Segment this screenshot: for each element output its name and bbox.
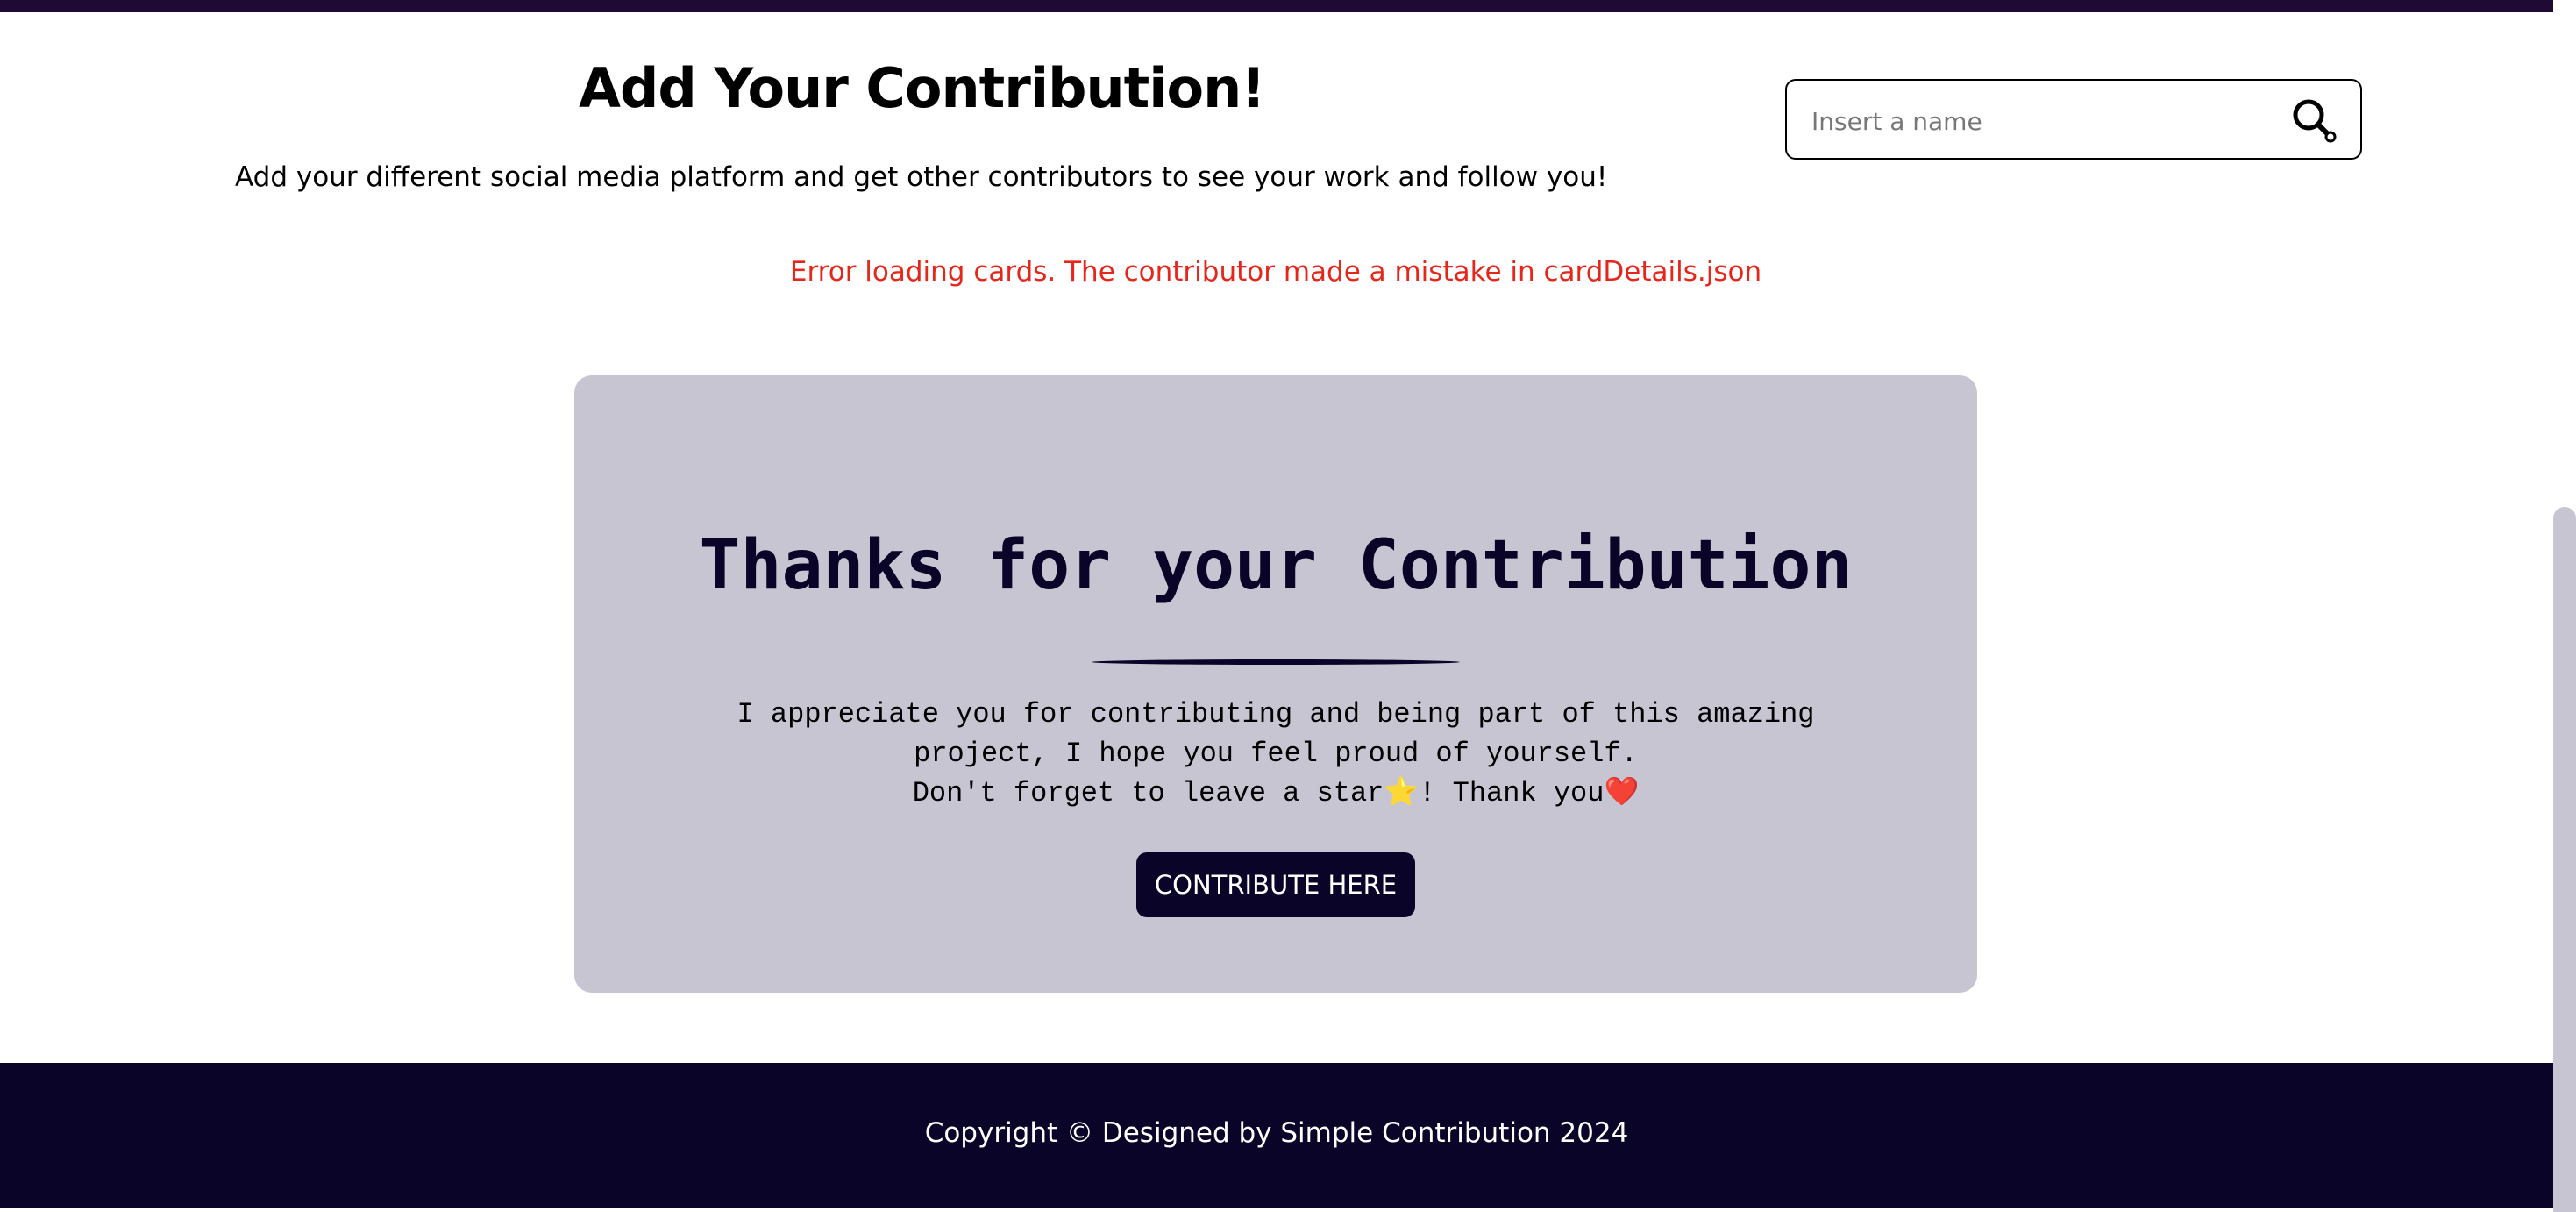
thanks-card-line-2: Don't forget to leave a star⭐! Thank you…	[912, 777, 1640, 809]
thanks-card-line-1: I appreciate you for contributing and be…	[737, 698, 1815, 770]
thanks-card-title: Thanks for your Contribution	[699, 526, 1853, 605]
search-icon	[2293, 99, 2337, 143]
footer-copyright: Copyright © Designed by Simple Contribut…	[924, 1117, 1629, 1149]
page: Add Your Contribution! Add your differen…	[0, 0, 2576, 1212]
page-subtitle: Add your different social media platform…	[235, 161, 1608, 193]
top-nav-bar	[0, 0, 2576, 12]
search-button[interactable]	[2287, 93, 2341, 147]
search-input[interactable]	[1810, 96, 2269, 146]
scrollbar-thumb[interactable]	[2553, 507, 2576, 1212]
thanks-card-text: I appreciate you for contributing and be…	[662, 695, 1889, 813]
search-box	[1785, 79, 2362, 160]
error-message: Error loading cards. The contributor mad…	[789, 256, 1762, 288]
thanks-card: Thanks for your Contribution I appreciat…	[574, 375, 1977, 993]
contribute-here-button[interactable]: CONTRIBUTE HERE	[1136, 852, 1415, 917]
page-title: Add Your Contribution!	[579, 56, 1266, 120]
footer: Copyright © Designed by Simple Contribut…	[0, 1063, 2553, 1208]
thanks-card-divider	[1092, 659, 1460, 665]
